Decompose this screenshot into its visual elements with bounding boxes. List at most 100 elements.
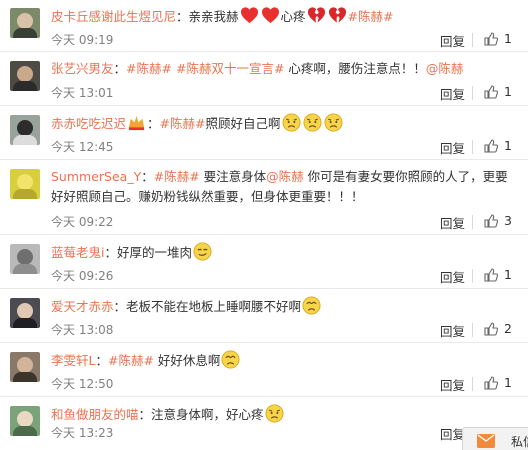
like-count: 1: [504, 84, 512, 99]
comment-body: ：亲亲我赫 心疼 #陈赫#: [176, 6, 394, 25]
comment-text-segment: ：: [113, 61, 127, 76]
like-count: 1: [504, 267, 512, 282]
divider: [472, 33, 473, 47]
thumbs-up-icon[interactable]: [484, 214, 498, 228]
mention-link[interactable]: @陈赫: [426, 61, 464, 76]
topic-link[interactable]: #陈赫#: [126, 61, 172, 76]
heart-emoji: [261, 6, 280, 25]
comment-body: ：#陈赫# #陈赫双十一宣言# 心疼啊，腰伤注意点！！@陈赫: [114, 61, 464, 76]
comment-text-segment: ：: [95, 353, 108, 368]
comment-text: 蓝莓老鬼i：好厚的一堆肉: [51, 242, 511, 263]
comment-list: 皮卡丘感谢此生煜见尼：亲亲我赫 心疼 #陈赫# 今天 09:19 回复 1 张艺兴男…: [0, 0, 528, 450]
comment-text-segment: ：好厚的一堆肉: [104, 245, 192, 260]
comment-time: 今天 13:08: [51, 323, 114, 337]
avatar[interactable]: [10, 8, 40, 38]
topic-link[interactable]: #陈赫双十一宣言#: [176, 61, 284, 76]
divider: [472, 140, 473, 154]
mention-link[interactable]: @陈赫: [266, 169, 304, 184]
comment-item: 爱天才赤赤：老板不能在地板上睡啊腰不好啊 今天 13:08 回复 2: [0, 290, 528, 343]
reply-button[interactable]: 回复: [440, 321, 465, 340]
avatar[interactable]: [10, 352, 40, 382]
thumbs-up-icon[interactable]: [484, 268, 498, 282]
like-count: 2: [504, 321, 512, 336]
topic-link[interactable]: #陈赫#: [348, 9, 394, 24]
thumbs-up-icon[interactable]: [484, 32, 498, 46]
thumbs-up-icon[interactable]: [484, 322, 498, 336]
reply-button[interactable]: 回复: [440, 138, 465, 157]
reply-button[interactable]: 回复: [440, 31, 465, 50]
broken-heart-emoji: [307, 6, 326, 25]
comment-item: 李雯轩L：#陈赫# 好好休息啊 今天 12:50 回复 1: [0, 344, 528, 397]
divider: [472, 215, 473, 229]
comment-text-segment: ：注意身体啊，好心疼: [138, 407, 264, 422]
comment-username[interactable]: 赤赤吃吃迟迟: [51, 116, 126, 131]
reply-button[interactable]: 回复: [440, 375, 465, 394]
divider: [472, 269, 473, 283]
thumbs-up-icon[interactable]: [484, 85, 498, 99]
thumbs-up-icon[interactable]: [484, 376, 498, 390]
comment-time: 今天 09:22: [51, 215, 114, 229]
comment-username[interactable]: 和鱼做朋友的喵: [51, 407, 139, 422]
sad-face-emoji: [323, 113, 343, 132]
avatar[interactable]: [10, 298, 40, 328]
avatar[interactable]: [10, 406, 40, 436]
comment-username[interactable]: 蓝莓老鬼i: [51, 245, 104, 260]
comment-text-segment: 好好休息啊: [153, 353, 221, 368]
comment-item: 赤赤吃吃迟迟 ：#陈赫#照顾好自己啊 今天 12:45 回复 1: [0, 107, 528, 160]
comment-body: ：老板不能在地板上睡啊腰不好啊: [113, 296, 323, 315]
comment-time: 今天 12:50: [51, 377, 114, 391]
comment-body: ：好厚的一堆肉: [104, 242, 213, 261]
reply-button[interactable]: 回复: [440, 267, 465, 286]
heart-emoji: [240, 6, 259, 25]
private-message-label: 私信: [511, 435, 528, 449]
topic-link[interactable]: #陈赫#: [108, 353, 154, 368]
comment-text: 张艺兴男友：#陈赫# #陈赫双十一宣言# 心疼啊，腰伤注意点！！@陈赫: [51, 59, 511, 79]
worried-face-emoji: [302, 296, 321, 315]
comment-item: 皮卡丘感谢此生煜见尼：亲亲我赫 心疼 #陈赫# 今天 09:19 回复 1: [0, 0, 528, 52]
comment-text: SummerSea_Y：#陈赫# 要注意身体@陈赫 你可是有妻女要你照顾的人了，…: [51, 167, 511, 207]
like-count: 1: [504, 375, 512, 390]
sad-face-emoji: [302, 113, 322, 132]
comment-text: 赤赤吃吃迟迟 ：#陈赫#照顾好自己啊: [51, 113, 511, 134]
comment-text-segment: ：: [141, 169, 154, 184]
comment-text-segment: ：老板不能在地板上睡啊腰不好啊: [113, 299, 302, 314]
avatar[interactable]: [10, 244, 40, 274]
like-count: 3: [504, 213, 512, 228]
divider: [472, 377, 473, 391]
comment-item: 和鱼做朋友的喵：注意身体啊，好心疼 今天 13:23 回复: [0, 398, 528, 450]
comment-username[interactable]: 李雯轩L: [51, 353, 95, 368]
comment-body: ：#陈赫#照顾好自己啊: [126, 113, 343, 132]
comment-username[interactable]: 爱天才赤赤: [51, 299, 114, 314]
comment-text-segment: 心疼: [280, 9, 306, 24]
comment-username[interactable]: 张艺兴男友: [51, 61, 114, 76]
like-count: 1: [504, 138, 512, 153]
worried-face-emoji: [221, 350, 240, 369]
like-count: 1: [504, 31, 512, 46]
crown-badge-icon: [127, 113, 146, 132]
comment-username[interactable]: SummerSea_Y: [51, 169, 141, 184]
comment-time: 今天 09:19: [51, 33, 114, 47]
reply-button[interactable]: 回复: [440, 84, 465, 103]
comment-text-segment: ：: [147, 116, 160, 131]
comment-time: 今天 13:01: [51, 86, 114, 100]
comment-time: 今天 12:45: [51, 140, 114, 154]
smirk-face-emoji: [193, 242, 212, 261]
reply-button[interactable]: 回复: [440, 213, 465, 232]
private-message-button[interactable]: 私信: [462, 427, 528, 450]
comment-username[interactable]: 皮卡丘感谢此生煜见尼: [51, 9, 176, 24]
comment-text-segment: ：亲亲我赫: [176, 9, 239, 24]
topic-link[interactable]: #陈赫#: [154, 169, 200, 184]
thumbs-up-icon[interactable]: [484, 139, 498, 153]
avatar[interactable]: [10, 169, 40, 199]
comment-time: 今天 09:26: [51, 269, 114, 283]
comment-item: 蓝莓老鬼i：好厚的一堆肉 今天 09:26 回复 1: [0, 236, 528, 289]
avatar[interactable]: [10, 115, 40, 145]
topic-link[interactable]: #陈赫#: [160, 116, 206, 131]
comment-text-segment: 照顾好自己啊: [205, 116, 281, 131]
comment-time: 今天 13:23: [51, 426, 114, 440]
broken-heart-emoji: [328, 6, 347, 25]
sad-face-emoji: [265, 404, 284, 423]
sad-face-emoji: [281, 113, 301, 132]
comment-text: 爱天才赤赤：老板不能在地板上睡啊腰不好啊: [51, 296, 511, 317]
avatar[interactable]: [10, 61, 40, 91]
